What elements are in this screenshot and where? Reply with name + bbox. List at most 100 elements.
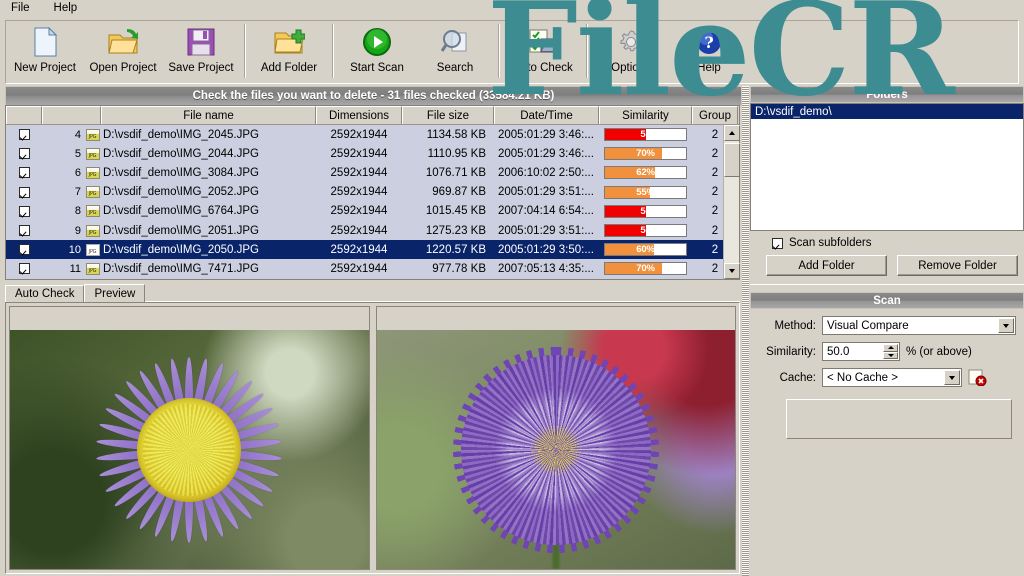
table-row[interactable]: 9 D:\vsdif_demo\IMG_2051.JPG 2592x1944 1275… xyxy=(6,220,739,241)
flower-core xyxy=(137,397,242,502)
spinner-up-button[interactable] xyxy=(883,344,898,352)
table-row[interactable]: 7 D:\vsdif_demo\IMG_2052.JPG 2592x1944 969.… xyxy=(6,182,739,202)
spinner-buttons[interactable] xyxy=(883,344,898,359)
toolbar-label: Save Project xyxy=(168,62,234,74)
toolbar-button-auto-check[interactable]: Auto Check xyxy=(504,21,582,81)
jpg-file-icon xyxy=(85,262,100,275)
table-row[interactable]: 6 D:\vsdif_demo\IMG_3084.JPG 2592x1944 1076… xyxy=(6,163,739,183)
folder-list[interactable]: D:\vsdif_demo\ xyxy=(750,103,1024,231)
gear-icon xyxy=(616,26,646,58)
row-checkbox[interactable] xyxy=(18,167,30,179)
row-file-name: D:\vsdif_demo\IMG_2052.JPG xyxy=(103,186,259,199)
column-header-date-time[interactable]: Date/Time xyxy=(494,106,599,124)
preview-image-left[interactable] xyxy=(10,330,369,569)
row-checkbox-cell[interactable] xyxy=(6,259,42,278)
toolbar-button-save-project[interactable]: Save Project xyxy=(162,21,240,81)
column-header-similarity[interactable]: Similarity xyxy=(599,106,692,124)
column-header-file-name[interactable]: File name xyxy=(101,106,316,124)
column-header-check[interactable] xyxy=(6,106,42,124)
column-header-index[interactable] xyxy=(42,106,101,124)
blue-help-icon: ? xyxy=(694,26,724,58)
chevron-down-icon[interactable] xyxy=(998,318,1014,333)
table-row[interactable]: 4 D:\vsdif_demo\IMG_2045.JPG 2592x1944 1134… xyxy=(6,125,739,145)
menu-item-help[interactable]: Help xyxy=(51,1,81,16)
tab-preview[interactable]: Preview xyxy=(84,284,146,302)
toolbar-button-start-scan[interactable]: Start Scan xyxy=(338,21,416,81)
toolbar-button-options[interactable]: Options xyxy=(592,21,670,81)
row-index: 5 xyxy=(74,147,81,160)
similarity-bar: 55% xyxy=(604,185,687,199)
toolbar-label: Options xyxy=(611,62,651,74)
row-checkbox-cell[interactable] xyxy=(6,202,42,221)
row-checkbox[interactable] xyxy=(18,244,30,256)
column-header-dimensions[interactable]: Dimensions xyxy=(316,106,402,124)
scan-subfolders-row[interactable]: Scan subfolders xyxy=(750,231,1024,253)
similarity-row: Similarity: 50.0 % (or above) xyxy=(750,335,1024,361)
row-checkbox-cell[interactable] xyxy=(6,125,42,144)
spinner-down-button[interactable] xyxy=(883,351,898,359)
row-checkbox[interactable] xyxy=(18,225,30,237)
chevron-down-icon[interactable] xyxy=(944,370,960,385)
toolbar-button-add-folder[interactable]: Add Folder xyxy=(250,21,328,81)
table-row[interactable]: 10 D:\vsdif_demo\IMG_2050.JPG 2592x1944 122… xyxy=(6,240,739,260)
scan-settings-group: Scan Method: Visual Compare Similarity: … xyxy=(750,284,1024,439)
tab-auto-check[interactable]: Auto Check xyxy=(5,285,85,302)
menu-item-file[interactable]: File xyxy=(8,1,33,16)
scroll-down-button[interactable] xyxy=(724,263,740,279)
row-checkbox-cell[interactable] xyxy=(6,163,42,182)
preview-caption-left xyxy=(10,307,369,330)
row-date-time: 2005:01:29 3:46:... xyxy=(498,128,594,141)
table-row[interactable]: 8 D:\vsdif_demo\IMG_6764.JPG 2592x1944 1015… xyxy=(6,201,739,221)
row-checkbox-cell[interactable] xyxy=(6,221,42,240)
toolbar-button-open-project[interactable]: Open Project xyxy=(84,21,162,81)
file-list-rows[interactable]: 4 D:\vsdif_demo\IMG_2045.JPG 2592x1944 1134… xyxy=(6,125,739,279)
folder-list-item[interactable]: D:\vsdif_demo\ xyxy=(751,104,1023,119)
row-index: 6 xyxy=(74,166,81,179)
row-checkbox[interactable] xyxy=(18,205,30,217)
file-list-scrollbar[interactable] xyxy=(723,125,740,279)
jpg-file-icon xyxy=(85,186,100,199)
row-checkbox-cell[interactable] xyxy=(6,183,42,202)
row-checkbox-cell[interactable] xyxy=(6,144,42,163)
preview-pane-right[interactable] xyxy=(375,306,736,570)
row-similarity-cell: 60% xyxy=(599,240,692,259)
toolbar-button-new-project[interactable]: New Project xyxy=(6,21,84,81)
add-folder-icon xyxy=(273,26,305,58)
row-similarity-cell: 70% xyxy=(599,259,692,278)
method-combobox[interactable]: Visual Compare xyxy=(822,316,1016,335)
preview-image-right[interactable] xyxy=(376,330,735,569)
scan-subfolders-checkbox[interactable] xyxy=(772,237,783,249)
row-checkbox[interactable] xyxy=(18,148,30,160)
row-similarity-cell: 62% xyxy=(599,163,692,182)
scrollbar-thumb[interactable] xyxy=(724,143,740,177)
application-window: File Help New Project Open Project Save … xyxy=(0,0,1024,576)
scroll-up-button[interactable] xyxy=(724,125,740,141)
row-dimensions: 2592x1944 xyxy=(330,224,388,237)
checklist-image-icon xyxy=(528,26,558,58)
row-file-size: 977.78 KB xyxy=(432,262,486,275)
column-header-group[interactable]: Group xyxy=(692,106,738,124)
row-checkbox[interactable] xyxy=(18,263,30,275)
row-checkbox[interactable] xyxy=(18,186,30,198)
folder-buttons-row: Add Folder Remove Folder xyxy=(750,253,1024,276)
row-dimensions: 2592x1944 xyxy=(330,205,388,218)
remove-folder-button[interactable]: Remove Folder xyxy=(897,255,1018,276)
cache-combobox[interactable]: < No Cache > xyxy=(822,368,962,387)
preview-pane-left[interactable] xyxy=(9,306,370,570)
similarity-spinner[interactable]: 50.0 xyxy=(822,342,900,361)
jpg-file-icon xyxy=(84,202,101,221)
add-folder-button[interactable]: Add Folder xyxy=(766,255,887,276)
row-checkbox[interactable] xyxy=(18,129,30,141)
jpg-file-icon xyxy=(84,183,101,202)
table-row[interactable]: 5 D:\vsdif_demo\IMG_2044.JPG 2592x1944 1110… xyxy=(6,144,739,164)
toolbar-label: Start Scan xyxy=(350,62,404,74)
row-checkbox-cell[interactable] xyxy=(6,240,42,259)
delete-cache-icon[interactable] xyxy=(968,369,987,387)
jpg-file-icon xyxy=(85,205,100,218)
row-dimensions: 2592x1944 xyxy=(330,128,388,141)
toolbar-button-help[interactable]: ? Help xyxy=(670,21,748,81)
vertical-splitter[interactable] xyxy=(742,86,749,576)
column-header-file-size[interactable]: File size xyxy=(402,106,494,124)
toolbar-button-search[interactable]: Search xyxy=(416,21,494,81)
table-row[interactable]: 11 D:\vsdif_demo\IMG_7471.JPG 2592x1944 977… xyxy=(6,259,739,279)
